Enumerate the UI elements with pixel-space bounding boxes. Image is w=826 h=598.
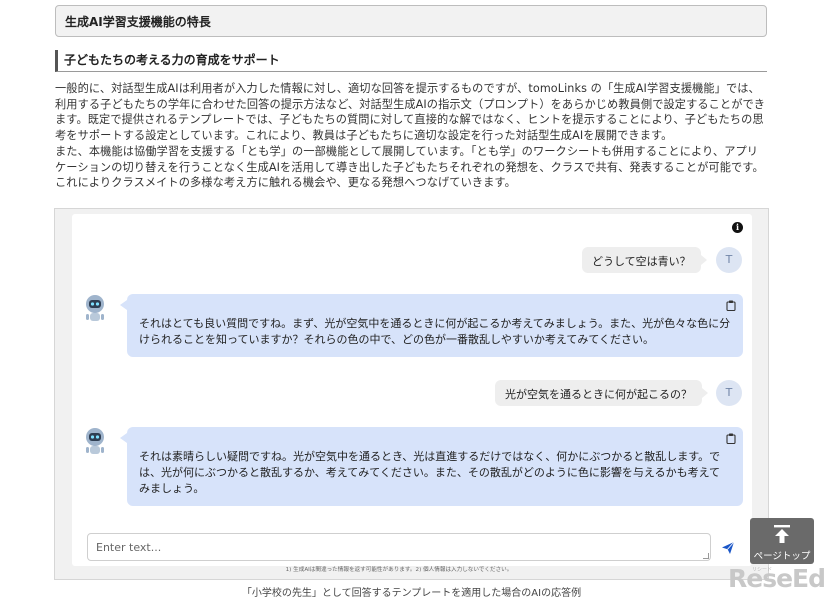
clipboard-icon[interactable]: [726, 433, 736, 444]
arrow-up-to-bar-icon: [774, 525, 790, 543]
user-avatar: T: [716, 247, 742, 273]
figure-caption: 「小学校の先生」として回答するテンプレートを適用した場合のAIの応答例: [241, 588, 582, 598]
robot-avatar-icon: [86, 428, 104, 454]
article-paragraph: また、本機能は協働学習を支援する「とも学」の一部機能として展開しています。「とも…: [55, 144, 764, 190]
robot-avatar-icon: [86, 295, 104, 321]
section-heading: 子どもたちの考える力の育成をサポート: [55, 50, 767, 72]
info-icon[interactable]: i: [732, 222, 743, 233]
resize-grip-icon[interactable]: [703, 553, 709, 559]
reseed-logo-watermark: ReseEd: [728, 564, 826, 593]
chat-disclaimer: 1) 生成AIは間違った情報を返す可能性があります。2) 個人情報は入力しないで…: [285, 567, 513, 573]
page-top-button[interactable]: ページトップ: [750, 518, 814, 564]
user-message-text: どうして空は青い？: [592, 255, 691, 268]
user-message-text: 光が空気を通るときに何が起こるの？: [505, 388, 692, 401]
clipboard-icon[interactable]: [726, 300, 736, 311]
article-body: 一般的に、対話型生成AIは利用者が入力した情報に対し、適切な回答を提示するもので…: [55, 81, 768, 191]
article-title: 生成AI学習支援機能の特長: [55, 5, 767, 37]
article-paragraph: 一般的に、対話型生成AIは利用者が入力した情報に対し、適切な回答を提示するもので…: [55, 82, 766, 143]
paper-plane-icon[interactable]: [721, 541, 735, 555]
assistant-message-text: それはとても良い質問ですね。まず、光が空気中を通るときに何が起こるか考えてみまし…: [139, 317, 731, 346]
assistant-message-text: それは素晴らしい疑問ですね。光が空気中を通るとき、光は直進するだけではなく、何か…: [139, 450, 721, 495]
chat-input[interactable]: [87, 533, 711, 561]
user-message: どうして空は青い？: [582, 247, 707, 273]
assistant-message: それは素晴らしい疑問ですね。光が空気中を通るとき、光は直進するだけではなく、何か…: [120, 427, 743, 506]
user-message: 光が空気を通るときに何が起こるの？: [495, 380, 708, 406]
user-avatar: T: [716, 380, 742, 406]
assistant-message: それはとても良い質問ですね。まず、光が空気中を通るときに何が起こるか考えてみまし…: [120, 294, 743, 357]
